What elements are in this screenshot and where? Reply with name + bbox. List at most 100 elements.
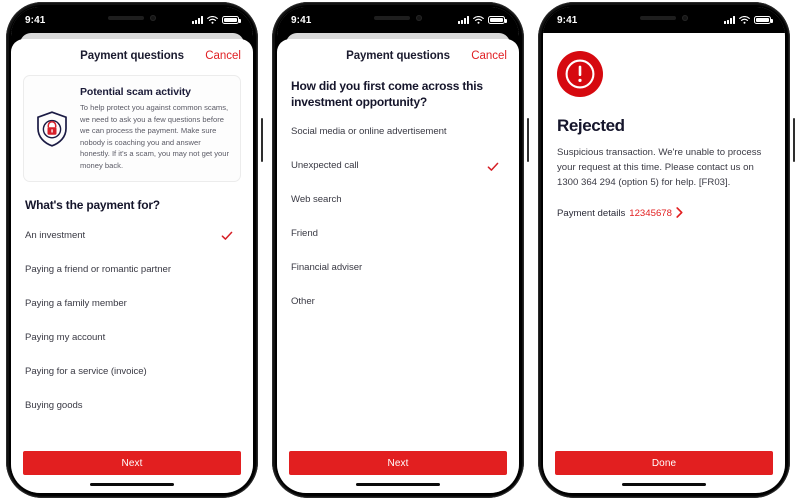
phone-side-button xyxy=(527,118,529,162)
status-time: 9:41 xyxy=(291,15,312,26)
chevron-right-icon xyxy=(676,206,683,221)
scam-alert-body: To help protect you against common scams… xyxy=(80,103,230,170)
battery-full-icon xyxy=(222,16,241,24)
scam-alert-title: Potential scam activity xyxy=(80,86,191,98)
front-camera-icon xyxy=(416,14,422,21)
question-text: What's the payment for? xyxy=(25,198,160,213)
result-title: Rejected xyxy=(557,116,625,135)
check-icon xyxy=(221,229,233,241)
status-time: 9:41 xyxy=(25,15,46,26)
done-button[interactable]: Done xyxy=(555,451,773,475)
option-label: Buying goods xyxy=(25,399,83,411)
sheet-footer: Next xyxy=(11,451,253,493)
option-buying-goods[interactable]: Buying goods xyxy=(23,388,241,422)
phone-notch xyxy=(342,7,454,28)
status-icons xyxy=(458,16,507,24)
page-title: Payment questions xyxy=(80,50,184,62)
cancel-button[interactable]: Cancel xyxy=(471,50,507,62)
sheet-header: Payment questions Cancel xyxy=(277,39,519,73)
battery-full-icon xyxy=(488,16,507,24)
payment-account-number: 12345678 xyxy=(629,208,672,220)
app-root-3: Rejected Suspicious transaction. We're u… xyxy=(543,7,785,493)
options-list-1: An investment Paying a friend or romanti… xyxy=(23,218,241,422)
front-camera-icon xyxy=(682,14,688,21)
scam-alert-text: Potential scam activity To help protect … xyxy=(80,86,230,171)
option-label: Paying a family member xyxy=(25,297,127,309)
cellular-signal-icon xyxy=(458,16,469,24)
option-paying-a-friend-or-romantic-partner[interactable]: Paying a friend or romantic partner xyxy=(23,252,241,286)
page-title: Payment questions xyxy=(346,50,450,62)
rejected-result-screen: Rejected Suspicious transaction. We're u… xyxy=(543,33,785,493)
home-indicator[interactable] xyxy=(356,482,440,486)
option-label: An investment xyxy=(25,229,86,241)
phone-notch xyxy=(76,7,188,28)
battery-full-icon xyxy=(754,16,773,24)
question-text: How did you first come across this inves… xyxy=(291,79,483,109)
options-list-2: Social media or online advertisement Une… xyxy=(289,115,507,319)
home-indicator[interactable] xyxy=(622,482,706,486)
phone-screen-2: Payment questions Cancel How did you fir… xyxy=(277,7,519,493)
option-label: Unexpected call xyxy=(291,160,359,172)
option-label: Social media or online advertisement xyxy=(291,126,447,138)
option-label: Friend xyxy=(291,228,318,240)
wifi-icon xyxy=(739,16,750,24)
earpiece-speaker xyxy=(640,15,676,20)
status-icons xyxy=(724,16,773,24)
cancel-button[interactable]: Cancel xyxy=(205,50,241,62)
phone-mockup-row: Payment questions Cancel Potential scam … xyxy=(0,0,800,500)
option-paying-my-account[interactable]: Paying my account xyxy=(23,320,241,354)
phone-mockup-3: Rejected Suspicious transaction. We're u… xyxy=(532,0,798,500)
option-label: Financial adviser xyxy=(291,262,363,274)
wifi-icon xyxy=(207,16,218,24)
status-time: 9:41 xyxy=(557,15,578,26)
option-label: Web search xyxy=(291,194,342,206)
next-button[interactable]: Next xyxy=(23,451,241,475)
investment-source-sheet: Payment questions Cancel How did you fir… xyxy=(277,39,519,493)
error-exclamation-circle-icon xyxy=(557,51,771,102)
phone-screen-1: Payment questions Cancel Potential scam … xyxy=(11,7,253,493)
option-financial-adviser[interactable]: Financial adviser xyxy=(289,251,507,285)
phone-side-button xyxy=(261,118,263,162)
option-other[interactable]: Other xyxy=(289,285,507,319)
option-label: Other xyxy=(291,296,315,308)
sheet-body: Potential scam activity To help protect … xyxy=(11,73,253,451)
scam-alert-card: Potential scam activity To help protect … xyxy=(23,75,241,183)
cellular-signal-icon xyxy=(192,16,203,24)
result-message: Suspicious transaction. We're unable to … xyxy=(557,147,762,188)
payment-details-link[interactable]: Payment details 12345678 xyxy=(557,206,771,221)
phone-mockup-1: Payment questions Cancel Potential scam … xyxy=(0,0,266,500)
earpiece-speaker xyxy=(374,15,410,20)
front-camera-icon xyxy=(150,14,156,21)
home-indicator[interactable] xyxy=(90,482,174,486)
app-root-1: Payment questions Cancel Potential scam … xyxy=(11,7,253,493)
option-paying-a-family-member[interactable]: Paying a family member xyxy=(23,286,241,320)
app-root-2: Payment questions Cancel How did you fir… xyxy=(277,7,519,493)
status-icons xyxy=(192,16,241,24)
option-web-search[interactable]: Web search xyxy=(289,183,507,217)
phone-notch xyxy=(608,7,720,28)
option-label: Paying my account xyxy=(25,331,106,343)
payment-questions-sheet: Payment questions Cancel Potential scam … xyxy=(11,39,253,493)
wifi-icon xyxy=(473,16,484,24)
check-icon xyxy=(487,160,499,172)
option-an-investment[interactable]: An investment xyxy=(23,218,241,252)
option-social-media-or-online-advertisement[interactable]: Social media or online advertisement xyxy=(289,115,507,149)
shield-lock-icon xyxy=(32,110,72,148)
option-label: Paying for a service (invoice) xyxy=(25,365,147,377)
payment-details-label: Payment details xyxy=(557,208,626,220)
option-unexpected-call[interactable]: Unexpected call xyxy=(289,149,507,183)
sheet-footer: Next xyxy=(277,451,519,493)
sheet-body: How did you first come across this inves… xyxy=(277,73,519,451)
sheet-header: Payment questions Cancel xyxy=(11,39,253,73)
next-button[interactable]: Next xyxy=(289,451,507,475)
phone-mockup-2: Payment questions Cancel How did you fir… xyxy=(266,0,532,500)
option-friend[interactable]: Friend xyxy=(289,217,507,251)
result-body: Rejected Suspicious transaction. We're u… xyxy=(543,33,785,451)
earpiece-speaker xyxy=(108,15,144,20)
cellular-signal-icon xyxy=(724,16,735,24)
option-label: Paying a friend or romantic partner xyxy=(25,263,171,275)
phone-side-button xyxy=(793,118,795,162)
option-paying-for-a-service-invoice[interactable]: Paying for a service (invoice) xyxy=(23,354,241,388)
phone-screen-3: Rejected Suspicious transaction. We're u… xyxy=(543,7,785,493)
sheet-footer: Done xyxy=(543,451,785,493)
